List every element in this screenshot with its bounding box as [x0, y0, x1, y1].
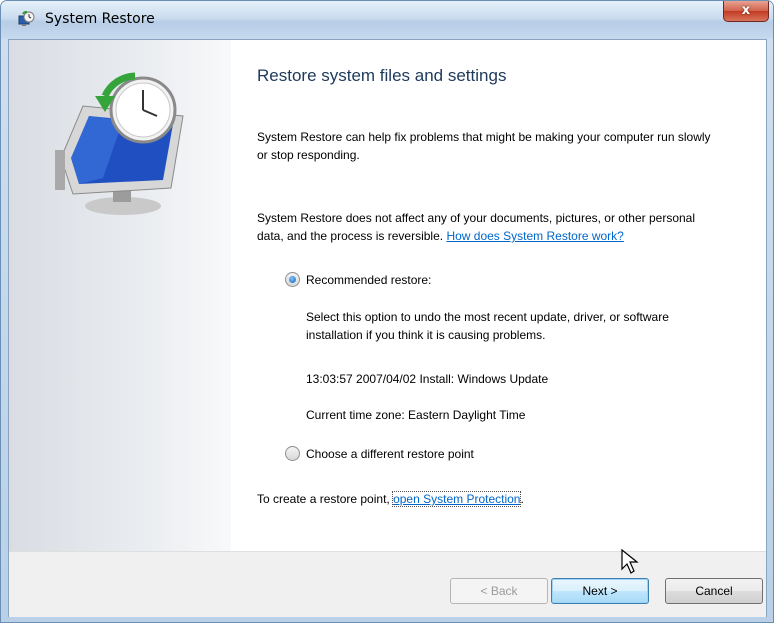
back-button[interactable]: < Back — [450, 578, 548, 604]
system-restore-icon — [18, 11, 35, 26]
close-button[interactable]: x — [723, 1, 769, 22]
page-heading: Restore system files and settings — [257, 66, 507, 85]
cancel-button[interactable]: Cancel — [665, 578, 763, 604]
intro-text: System Restore can help fix problems tha… — [257, 130, 711, 162]
open-system-protection-link[interactable]: open System Protection — [392, 491, 522, 507]
title-bar[interactable]: System Restore x — [1, 1, 773, 39]
wizard-side-panel — [9, 40, 231, 551]
create-restore-point-prefix: To create a restore point, — [257, 492, 394, 506]
wizard-footer: < Back Next > Cancel — [9, 551, 766, 617]
recommended-restore-label[interactable]: Recommended restore: — [306, 273, 431, 287]
wizard-content: Restore system files and settings System… — [8, 39, 767, 617]
create-restore-point-suffix: . — [520, 492, 524, 506]
choose-restore-point-option[interactable]: Choose a different restore point — [285, 446, 474, 461]
recommended-restore-option[interactable]: Recommended restore: — [285, 272, 431, 287]
recommended-restore-radio[interactable] — [285, 272, 300, 287]
window-title: System Restore — [45, 11, 155, 27]
system-restore-window: System Restore x Restore system files an — [0, 0, 774, 623]
create-restore-point-text: To create a restore point, open System P… — [257, 490, 524, 508]
mouse-pointer-icon — [621, 549, 639, 574]
how-does-restore-work-link[interactable]: How does System Restore work? — [446, 229, 623, 243]
reversible-text: System Restore does not affect any of yo… — [257, 209, 717, 245]
choose-restore-point-label[interactable]: Choose a different restore point — [306, 447, 474, 461]
computer-clock-restore-icon — [55, 72, 184, 215]
recommended-description: Select this option to undo the most rece… — [306, 310, 669, 342]
choose-restore-point-radio[interactable] — [285, 446, 300, 461]
next-button[interactable]: Next > — [551, 578, 649, 604]
close-icon: x — [741, 3, 751, 18]
restore-point-info: 13:03:57 2007/04/02 Install: Windows Upd… — [306, 372, 549, 386]
time-zone-info: Current time zone: Eastern Daylight Time — [306, 408, 526, 422]
